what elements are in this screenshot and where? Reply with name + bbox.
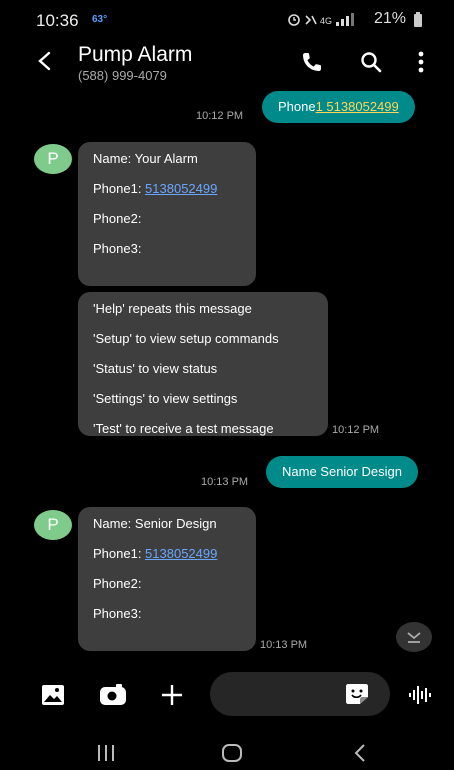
message-line: 'Test' to receive a test message	[93, 421, 274, 436]
message-line: Name: Senior Design	[93, 516, 217, 531]
phone-link[interactable]: 5138052499	[145, 181, 217, 196]
scroll-down-button[interactable]	[396, 622, 432, 652]
message-timestamp: 10:12 PM	[196, 110, 244, 122]
home-button[interactable]	[212, 740, 252, 766]
battery-percent: 21%	[373, 10, 406, 27]
message-line: Phone2:	[93, 576, 142, 591]
voice-message-button[interactable]	[404, 680, 438, 710]
nav-back-button[interactable]	[340, 740, 380, 766]
camera-icon	[100, 684, 126, 705]
back-arrow-icon	[38, 51, 51, 71]
message-timestamp: 10:12 PM	[332, 424, 380, 436]
phone-icon	[303, 53, 321, 71]
message-line: Phone3:	[93, 606, 142, 621]
sent-message-bubble[interactable]: Name Senior Design	[266, 456, 418, 488]
signal-icon: 4G	[288, 13, 354, 26]
received-message-bubble[interactable]: 'Help' repeats this message 'Setup' to v…	[78, 292, 328, 436]
message-timestamp: 10:13 PM	[201, 476, 249, 488]
message-line: 'Status' to view status	[93, 361, 218, 376]
search-icon	[361, 52, 382, 73]
contact-avatar[interactable]: P	[34, 144, 72, 174]
nav-back-icon	[354, 744, 365, 762]
phone-link[interactable]: 5138052499	[145, 546, 217, 561]
message-text: Name Senior Design	[282, 464, 402, 479]
status-temperature: 63°	[92, 14, 108, 25]
received-message-bubble[interactable]: Name: Your Alarm Phone1: 5138052499 Phon…	[78, 142, 256, 286]
back-button[interactable]	[30, 46, 60, 76]
message-line: Name: Your Alarm	[93, 151, 198, 166]
gallery-button[interactable]	[36, 680, 70, 710]
plus-icon	[162, 685, 182, 705]
status-time: 10:36	[36, 11, 79, 30]
message-line: 'Settings' to view settings	[93, 391, 238, 406]
contact-name: Pump Alarm	[78, 43, 193, 66]
add-attachment-button[interactable]	[155, 680, 189, 710]
phone1-label: Phone1:	[93, 546, 146, 561]
call-button[interactable]	[296, 46, 328, 78]
voice-waveform-icon	[409, 686, 431, 704]
phone1-label: Phone1:	[93, 181, 146, 196]
message-line: Phone2:	[93, 211, 142, 226]
more-options-button[interactable]	[405, 46, 437, 78]
received-message-bubble[interactable]: Name: Senior Design Phone1: 5138052499 P…	[78, 507, 256, 651]
message-text: Phone	[278, 99, 316, 114]
sent-message-bubble[interactable]: Phone1 5138052499	[262, 91, 415, 123]
message-timestamp: 10:13 PM	[260, 639, 308, 651]
recent-apps-button[interactable]	[86, 740, 126, 766]
contact-avatar[interactable]: P	[34, 510, 72, 540]
chevron-down-icon	[407, 632, 421, 643]
status-signal-icons: 4G	[288, 13, 358, 32]
sticker-icon	[346, 684, 368, 704]
message-line: Phone3:	[93, 241, 142, 256]
search-button[interactable]	[355, 46, 387, 78]
more-vertical-icon	[418, 51, 424, 73]
message-line: Phone1: 5138052499	[93, 174, 242, 204]
contact-phone: (588) 999-4079	[78, 68, 167, 83]
battery-icon	[414, 12, 422, 27]
camera-button[interactable]	[96, 680, 130, 710]
home-icon	[222, 744, 242, 762]
svg-text:4G: 4G	[320, 16, 332, 26]
message-line: 'Setup' to view setup commands	[93, 331, 279, 346]
phone-link[interactable]: 1 5138052499	[316, 99, 399, 114]
message-line: Phone1: 5138052499	[93, 539, 242, 569]
message-line: 'Help' repeats this message	[93, 301, 252, 316]
gallery-icon	[42, 685, 64, 705]
sticker-button[interactable]	[344, 682, 370, 706]
recent-apps-icon	[98, 745, 114, 761]
